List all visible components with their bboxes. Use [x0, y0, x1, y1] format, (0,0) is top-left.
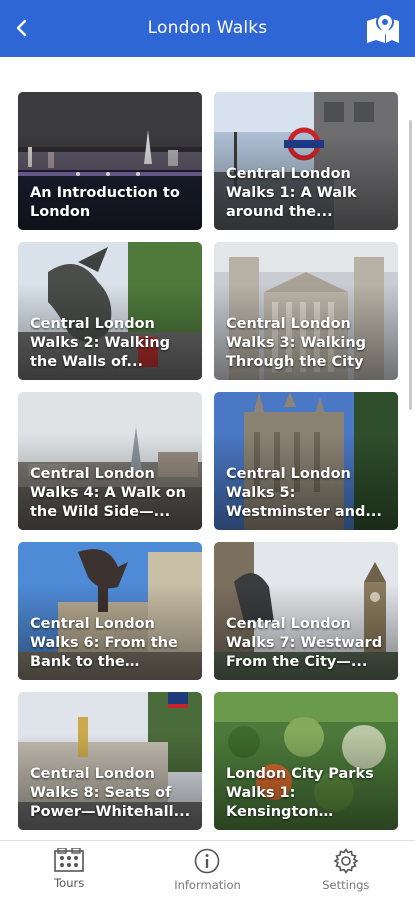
tour-card[interactable]: Central London Walks 5: Westminster and.… [214, 392, 398, 530]
tour-title: Central London Walks 8: Seats of Power—W… [30, 766, 191, 820]
tour-card[interactable]: Central London Walks 8: Seats of Power—W… [18, 692, 202, 830]
tab-information[interactable]: Information [138, 841, 276, 901]
tab-settings-label: Settings [322, 878, 370, 892]
tour-card[interactable]: London City Parks Walks 1: Kensington Ga… [214, 692, 398, 830]
tours-icon [54, 848, 84, 872]
tab-settings[interactable]: Settings [277, 841, 415, 901]
page-title: London Walks [147, 18, 268, 38]
tour-title: Central London Walks 4: A Walk on the Wi… [30, 466, 186, 520]
info-icon [195, 848, 220, 874]
tab-tours-label: Tours [54, 876, 85, 890]
tour-card[interactable]: Central London Walks 4: A Walk on the Wi… [18, 392, 202, 530]
gear-icon [333, 848, 359, 874]
app-header: London Walks [0, 0, 415, 57]
tour-card[interactable]: Central London Walks 2: Walking the Wall… [18, 242, 202, 380]
tour-card[interactable]: Central London Walks 1: A Walk around th… [214, 92, 398, 230]
tour-card[interactable]: Central London Walks 3: Walking Through … [214, 242, 398, 380]
tour-card[interactable]: Central London Walks 6: From the Bank to… [18, 542, 202, 680]
tour-card[interactable]: Central London Walks 7: Westward From th… [214, 542, 398, 680]
tour-title: Central London Walks 1: A Walk around th… [226, 166, 357, 220]
tour-grid: An Introduction to London Central London… [18, 92, 398, 832]
tour-title: An Introduction to London [30, 185, 180, 220]
tour-title: Central London Walks 3: Walking Through … [226, 316, 367, 370]
tab-tours[interactable]: Tours [0, 841, 138, 901]
scrollbar[interactable] [409, 120, 412, 410]
tour-title: Central London Walks 6: From the Bank to… [30, 616, 178, 670]
map-button[interactable] [363, 11, 403, 47]
tour-title: Central London Walks 5: Westminster and.… [226, 466, 382, 520]
bottom-tab-bar: Tours Information Settings [0, 840, 415, 901]
tour-title: London City Parks Walks 1: Kensington Ga… [226, 766, 374, 820]
tour-title: Central London Walks 2: Walking the Wall… [30, 316, 171, 370]
tab-information-label: Information [174, 878, 241, 892]
tour-title: Central London Walks 7: Westward From th… [226, 616, 383, 670]
tour-card[interactable]: An Introduction to London [18, 92, 202, 230]
map-pin-icon [367, 13, 399, 43]
